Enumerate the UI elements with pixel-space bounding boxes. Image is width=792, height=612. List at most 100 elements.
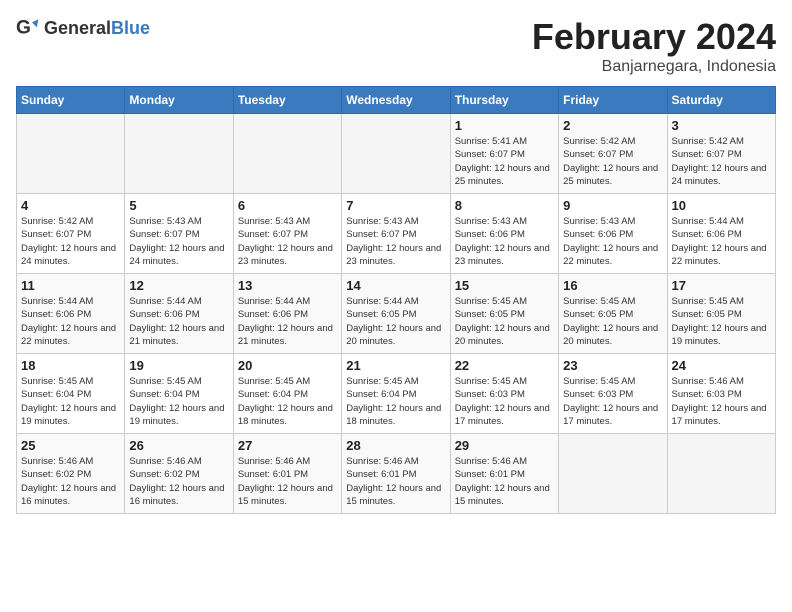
day-number: 17 (672, 278, 771, 293)
cell-info: Sunrise: 5:45 AMSunset: 6:05 PMDaylight:… (563, 295, 662, 348)
cell-info: Sunrise: 5:44 AMSunset: 6:06 PMDaylight:… (21, 295, 120, 348)
cell-info: Sunrise: 5:43 AMSunset: 6:06 PMDaylight:… (455, 215, 554, 268)
cell-info: Sunrise: 5:46 AMSunset: 6:01 PMDaylight:… (346, 455, 445, 508)
calendar-cell: 12Sunrise: 5:44 AMSunset: 6:06 PMDayligh… (125, 274, 233, 354)
header-cell-wednesday: Wednesday (342, 87, 450, 114)
cell-info: Sunrise: 5:45 AMSunset: 6:03 PMDaylight:… (563, 375, 662, 428)
week-row-2: 4 Sunrise: 5:42 AMSunset: 6:07 PMDaylight… (17, 194, 776, 274)
cell-info: Sunrise: 5:45 AMSunset: 6:05 PMDaylight:… (672, 295, 771, 348)
header-cell-tuesday: Tuesday (233, 87, 341, 114)
cell-info: Sunrise: 5:42 AMSunset: 6:07 PMDaylight:… (21, 215, 120, 268)
cell-info: Sunrise: 5:45 AMSunset: 6:03 PMDaylight:… (455, 375, 554, 428)
page-title: February 2024 (532, 16, 776, 58)
week-row-3: 11 Sunrise: 5:44 AMSunset: 6:06 PMDayligh… (17, 274, 776, 354)
day-number: 14 (346, 278, 445, 293)
logo: G GeneralBlue (16, 16, 150, 40)
svg-text:G: G (16, 18, 31, 39)
day-number: 18 (21, 358, 120, 373)
calendar-cell: 17 Sunrise: 5:45 AMSunset: 6:05 PMDayligh… (667, 274, 775, 354)
cell-info: Sunrise: 5:46 AMSunset: 6:03 PMDaylight:… (672, 375, 771, 428)
week-row-1: 1 Sunrise: 5:41 AMSunset: 6:07 PMDaylight… (17, 114, 776, 194)
calendar-cell: 7 Sunrise: 5:43 AMSunset: 6:07 PMDaylight… (342, 194, 450, 274)
header-cell-monday: Monday (125, 87, 233, 114)
calendar-cell: 19 Sunrise: 5:45 AMSunset: 6:04 PMDayligh… (125, 354, 233, 434)
cell-info: Sunrise: 5:45 AMSunset: 6:04 PMDaylight:… (129, 375, 228, 428)
week-row-5: 25 Sunrise: 5:46 AMSunset: 6:02 PMDayligh… (17, 434, 776, 514)
cell-info: Sunrise: 5:41 AMSunset: 6:07 PMDaylight:… (455, 135, 554, 188)
logo-blue: Blue (111, 18, 150, 38)
calendar-cell (559, 434, 667, 514)
calendar-cell: 27 Sunrise: 5:46 AMSunset: 6:01 PMDayligh… (233, 434, 341, 514)
calendar-cell (342, 114, 450, 194)
day-number: 6 (238, 198, 337, 213)
cell-info: Sunrise: 5:46 AMSunset: 6:02 PMDaylight:… (21, 455, 120, 508)
logo-icon: G (16, 16, 40, 40)
calendar-cell: 29 Sunrise: 5:46 AMSunset: 6:01 PMDayligh… (450, 434, 558, 514)
calendar-cell: 16 Sunrise: 5:45 AMSunset: 6:05 PMDayligh… (559, 274, 667, 354)
calendar-cell: 18 Sunrise: 5:45 AMSunset: 6:04 PMDayligh… (17, 354, 125, 434)
cell-info: Sunrise: 5:43 AMSunset: 6:06 PMDaylight:… (563, 215, 662, 268)
calendar-cell: 5 Sunrise: 5:43 AMSunset: 6:07 PMDaylight… (125, 194, 233, 274)
day-number: 20 (238, 358, 337, 373)
day-number: 5 (129, 198, 228, 213)
cell-info: Sunrise: 5:45 AMSunset: 6:04 PMDaylight:… (238, 375, 337, 428)
cell-info: Sunrise: 5:45 AMSunset: 6:04 PMDaylight:… (346, 375, 445, 428)
day-number: 15 (455, 278, 554, 293)
cell-info: Sunrise: 5:46 AMSunset: 6:02 PMDaylight:… (129, 455, 228, 508)
header-cell-sunday: Sunday (17, 87, 125, 114)
cell-info: Sunrise: 5:43 AMSunset: 6:07 PMDaylight:… (346, 215, 445, 268)
day-number: 21 (346, 358, 445, 373)
calendar-cell: 21 Sunrise: 5:45 AMSunset: 6:04 PMDayligh… (342, 354, 450, 434)
calendar-cell (125, 114, 233, 194)
cell-info: Sunrise: 5:44 AMSunset: 6:06 PMDaylight:… (238, 295, 337, 348)
calendar-cell (17, 114, 125, 194)
day-number: 8 (455, 198, 554, 213)
week-row-4: 18 Sunrise: 5:45 AMSunset: 6:04 PMDayligh… (17, 354, 776, 434)
calendar-cell: 11 Sunrise: 5:44 AMSunset: 6:06 PMDayligh… (17, 274, 125, 354)
day-number: 9 (563, 198, 662, 213)
cell-info: Sunrise: 5:45 AMSunset: 6:04 PMDaylight:… (21, 375, 120, 428)
day-number: 7 (346, 198, 445, 213)
cell-info: Sunrise: 5:46 AMSunset: 6:01 PMDaylight:… (238, 455, 337, 508)
calendar-cell: 2 Sunrise: 5:42 AMSunset: 6:07 PMDaylight… (559, 114, 667, 194)
day-number: 28 (346, 438, 445, 453)
calendar-cell (667, 434, 775, 514)
calendar-cell: 25 Sunrise: 5:46 AMSunset: 6:02 PMDayligh… (17, 434, 125, 514)
header-row: SundayMondayTuesdayWednesdayThursdayFrid… (17, 87, 776, 114)
cell-info: Sunrise: 5:43 AMSunset: 6:07 PMDaylight:… (129, 215, 228, 268)
calendar-cell: 26 Sunrise: 5:46 AMSunset: 6:02 PMDayligh… (125, 434, 233, 514)
cell-info: Sunrise: 5:44 AMSunset: 6:06 PMDaylight:… (129, 295, 228, 348)
day-number: 22 (455, 358, 554, 373)
day-number: 24 (672, 358, 771, 373)
calendar-cell: 20 Sunrise: 5:45 AMSunset: 6:04 PMDayligh… (233, 354, 341, 434)
day-number: 29 (455, 438, 554, 453)
calendar-cell: 13 Sunrise: 5:44 AMSunset: 6:06 PMDayligh… (233, 274, 341, 354)
day-number: 16 (563, 278, 662, 293)
logo-general: General (44, 18, 111, 38)
calendar-cell: 10Sunrise: 5:44 AMSunset: 6:06 PMDayligh… (667, 194, 775, 274)
day-number: 1 (455, 118, 554, 133)
day-number: 2 (563, 118, 662, 133)
calendar-cell: 24 Sunrise: 5:46 AMSunset: 6:03 PMDayligh… (667, 354, 775, 434)
header-cell-thursday: Thursday (450, 87, 558, 114)
day-number: 19 (129, 358, 228, 373)
calendar-cell: 15Sunrise: 5:45 AMSunset: 6:05 PMDayligh… (450, 274, 558, 354)
calendar-body: 1 Sunrise: 5:41 AMSunset: 6:07 PMDaylight… (17, 114, 776, 514)
logo-text: GeneralBlue (44, 18, 150, 39)
day-number: 26 (129, 438, 228, 453)
day-number: 4 (21, 198, 120, 213)
day-number: 25 (21, 438, 120, 453)
cell-info: Sunrise: 5:46 AMSunset: 6:01 PMDaylight:… (455, 455, 554, 508)
calendar-header: SundayMondayTuesdayWednesdayThursdayFrid… (17, 87, 776, 114)
title-area: February 2024 Banjarnegara, Indonesia (532, 16, 776, 76)
calendar-cell: 9 Sunrise: 5:43 AMSunset: 6:06 PMDaylight… (559, 194, 667, 274)
header-cell-friday: Friday (559, 87, 667, 114)
calendar-cell: 1 Sunrise: 5:41 AMSunset: 6:07 PMDaylight… (450, 114, 558, 194)
calendar-cell: 28 Sunrise: 5:46 AMSunset: 6:01 PMDayligh… (342, 434, 450, 514)
calendar-cell: 22 Sunrise: 5:45 AMSunset: 6:03 PMDayligh… (450, 354, 558, 434)
day-number: 11 (21, 278, 120, 293)
day-number: 27 (238, 438, 337, 453)
cell-info: Sunrise: 5:42 AMSunset: 6:07 PMDaylight:… (563, 135, 662, 188)
day-number: 13 (238, 278, 337, 293)
calendar-cell: 23Sunrise: 5:45 AMSunset: 6:03 PMDayligh… (559, 354, 667, 434)
